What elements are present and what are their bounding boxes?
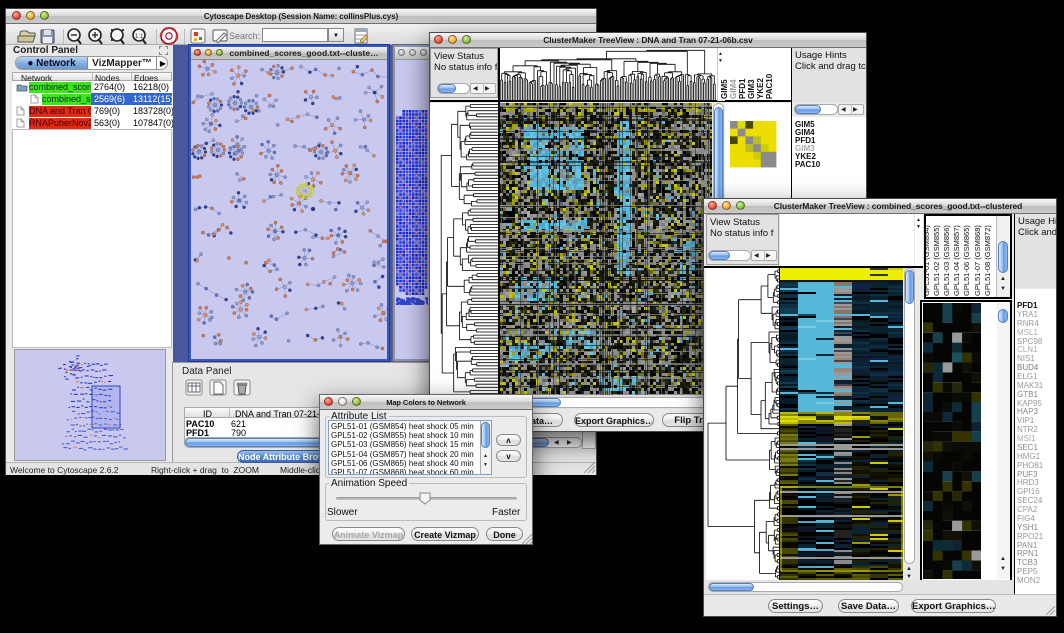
svg-text:1:1: 1:1: [135, 34, 144, 40]
